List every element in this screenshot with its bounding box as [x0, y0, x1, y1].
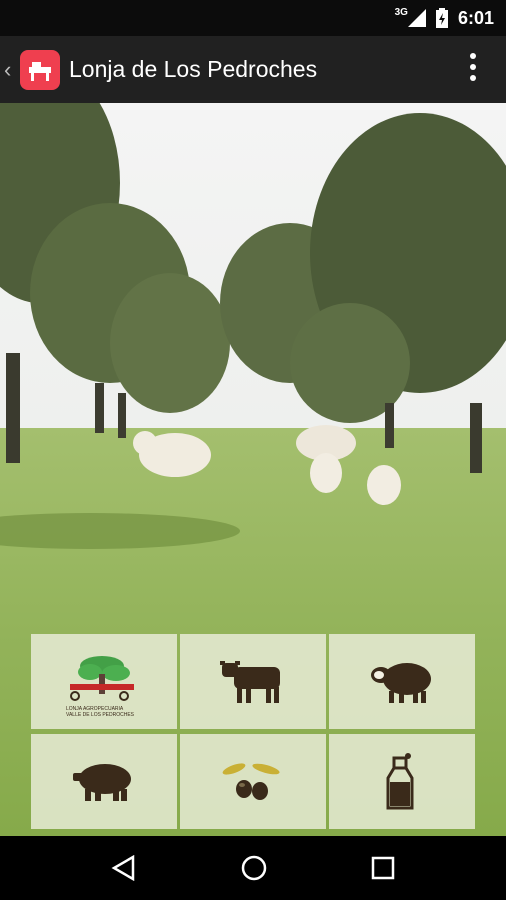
cow-icon	[220, 660, 280, 703]
navigation-bar	[0, 836, 506, 900]
sheep-tile[interactable]	[329, 634, 475, 729]
up-chevron-icon[interactable]: ‹	[4, 57, 18, 83]
network-type: 3G	[394, 6, 408, 18]
category-grid: LONJA AGROPECUARIA VALLE DE LOS PEDROCHE…	[31, 634, 476, 830]
sheep-icon	[371, 662, 431, 703]
milk-tile[interactable]	[329, 734, 475, 829]
olive-tile[interactable]	[180, 734, 326, 829]
milk-bottle-icon	[386, 752, 414, 809]
home-circle-icon[interactable]	[240, 854, 268, 882]
svg-text:VALLE DE LOS PEDROCHES: VALLE DE LOS PEDROCHES	[66, 712, 135, 718]
pig-icon	[73, 763, 131, 801]
back-triangle-icon[interactable]	[111, 855, 137, 881]
recents-square-icon[interactable]	[371, 856, 395, 880]
olive-icon	[222, 762, 280, 800]
logo-tile[interactable]: LONJA AGROPECUARIA VALLE DE LOS PEDROCHE…	[31, 634, 177, 729]
page-title: Lonja de Los Pedroches	[69, 56, 318, 82]
app-icon[interactable]	[20, 49, 60, 90]
action-bar: ‹ Lonja de Los Pedroches	[0, 36, 506, 103]
signal-icon	[407, 9, 426, 27]
pig-tile[interactable]	[31, 734, 177, 829]
clock: 6:01	[457, 7, 494, 28]
lonja-logo-icon: LONJA AGROPECUARIA VALLE DE LOS PEDROCHE…	[66, 655, 135, 718]
cattle-tile[interactable]	[180, 634, 326, 729]
status-bar: 3G 6:01	[0, 0, 506, 36]
battery-icon	[435, 8, 448, 28]
overflow-menu-icon[interactable]	[470, 53, 476, 86]
